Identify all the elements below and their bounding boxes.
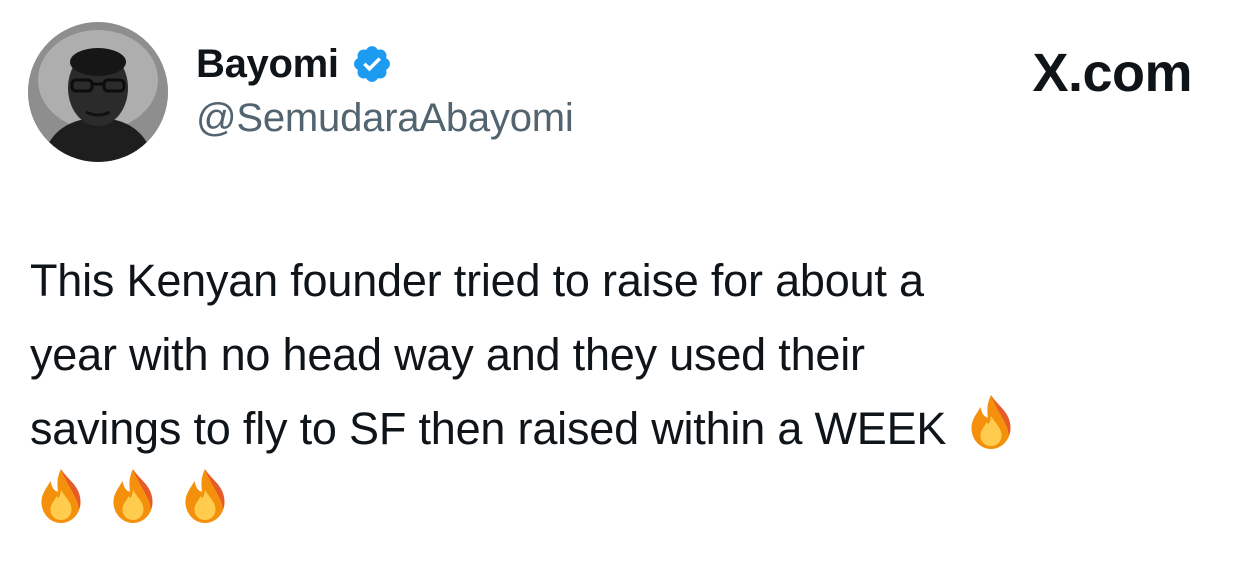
fire-icon [964,392,1018,452]
author-name-row: Bayomi [196,38,393,90]
tweet-line-2: year with no head way and they used thei… [30,329,865,380]
author-display-name[interactable]: Bayomi [196,42,339,87]
author-handle[interactable]: @SemudaraAbayomi [196,96,574,141]
verified-badge-icon [351,43,393,85]
tweet-line-1: This Kenyan founder tried to raise for a… [30,255,924,306]
avatar-portrait-icon [28,22,168,162]
emoji-row [30,466,1210,540]
fire-icon [178,466,232,526]
brand-logo[interactable]: X.com [1032,42,1192,104]
tweet-line-3-wrapper: savings to fly to SF then raised within … [30,392,1210,466]
brand-label: X.com [1032,43,1192,103]
tweet-text: This Kenyan founder tried to raise for a… [30,244,1210,540]
tweet-line-3: savings to fly to SF then raised within … [30,403,947,454]
fire-icon [34,466,88,526]
author-avatar[interactable] [28,22,168,162]
fire-icon [106,466,160,526]
